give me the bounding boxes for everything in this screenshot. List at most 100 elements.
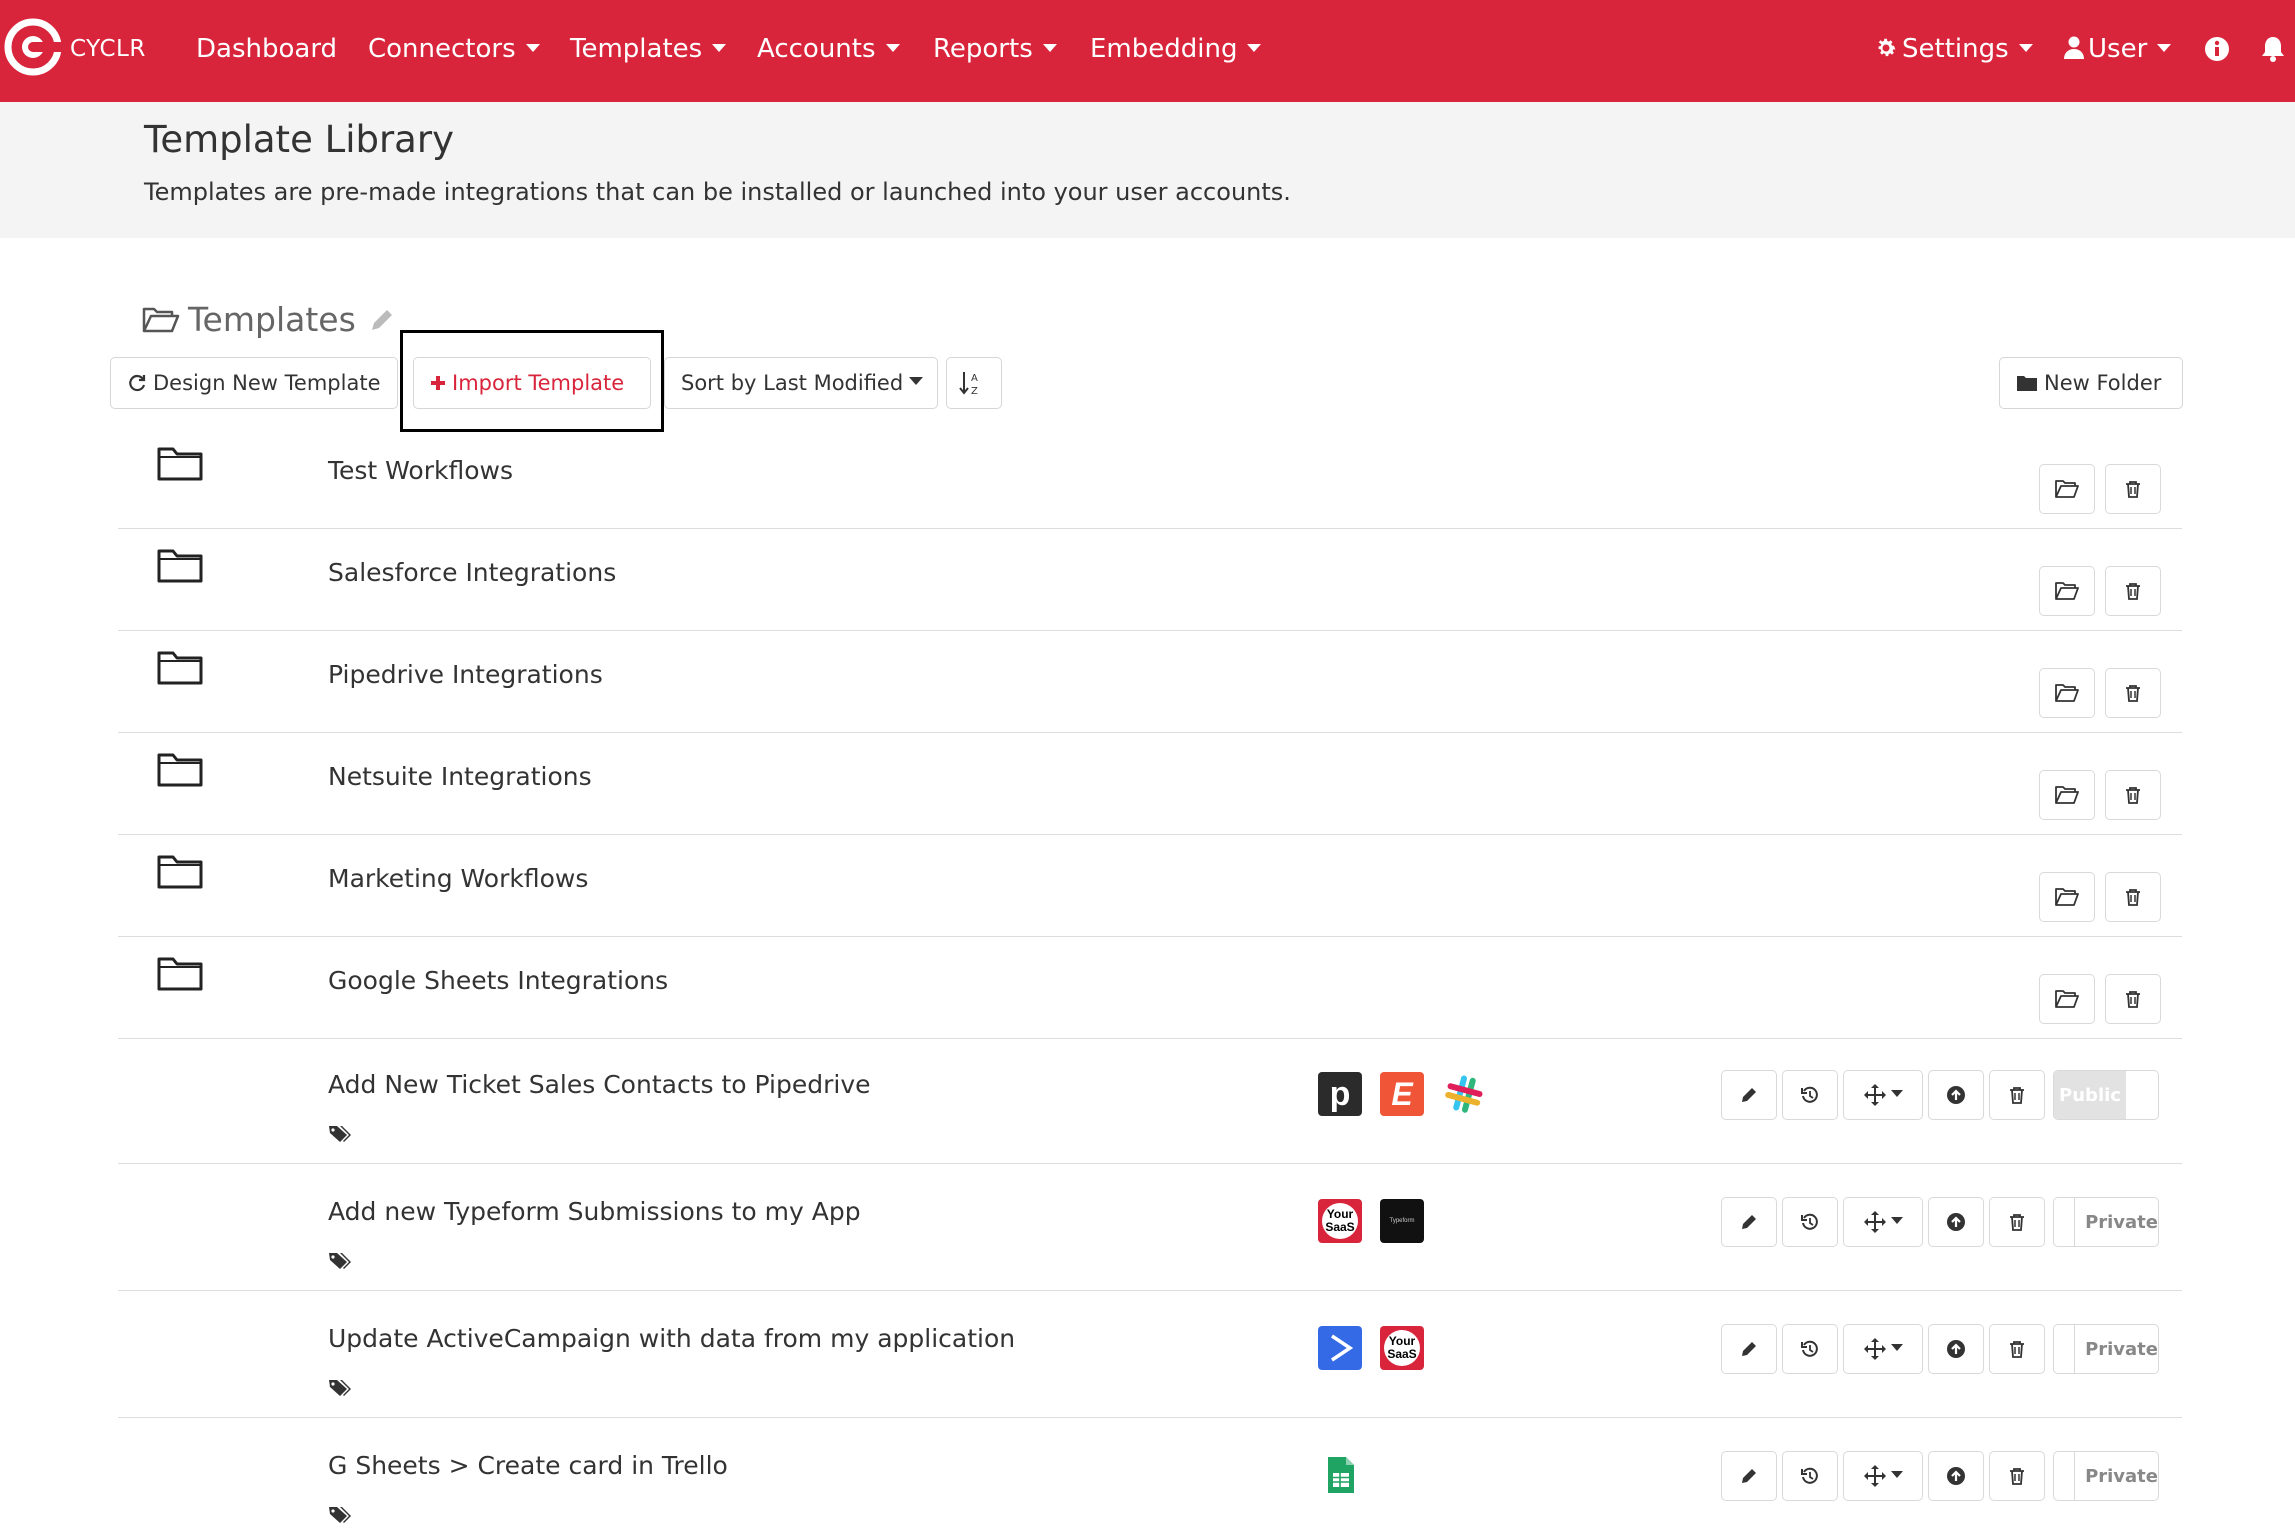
deploy-button[interactable]	[1928, 1197, 1984, 1247]
delete-folder-button[interactable]	[2105, 770, 2161, 820]
pencil-icon[interactable]	[368, 306, 396, 334]
trash-icon	[2010, 1087, 2024, 1104]
template-name[interactable]: Add New Ticket Sales Contacts to Pipedri…	[328, 1070, 871, 1099]
nav-accounts[interactable]: Accounts	[757, 34, 900, 64]
folder-icon[interactable]	[156, 546, 204, 584]
visibility-toggle[interactable]: Private	[2053, 1324, 2159, 1374]
folder-name[interactable]: Marketing Workflows	[328, 864, 588, 893]
tags-icon[interactable]	[328, 1124, 352, 1144]
chevron-down-icon	[1891, 1089, 1903, 1097]
folder-open-icon	[142, 307, 180, 332]
template-name[interactable]: Add new Typeform Submissions to my App	[328, 1197, 861, 1226]
chevron-down-icon	[1891, 1470, 1903, 1478]
history-icon	[1801, 1467, 1818, 1484]
cyclr-logo-icon	[4, 18, 62, 76]
folder-icon[interactable]	[156, 954, 204, 992]
folder-name[interactable]: Google Sheets Integrations	[328, 966, 668, 995]
design-new-template-button[interactable]: Design New Template	[110, 357, 398, 409]
activecampaign-icon	[1318, 1326, 1362, 1370]
delete-folder-button[interactable]	[2105, 872, 2161, 922]
pencil-icon	[1742, 1088, 1756, 1102]
edit-template-button[interactable]	[1721, 1324, 1777, 1374]
tags-icon[interactable]	[328, 1251, 352, 1271]
move-dropdown-button[interactable]	[1843, 1070, 1923, 1120]
new-folder-button[interactable]: New Folder	[1999, 357, 2183, 409]
folder-name[interactable]: Pipedrive Integrations	[328, 660, 603, 689]
info-icon[interactable]	[2202, 34, 2232, 64]
folder-name[interactable]: Salesforce Integrations	[328, 558, 616, 587]
delete-folder-button[interactable]	[2105, 566, 2161, 616]
move-dropdown-button[interactable]	[1843, 1197, 1923, 1247]
open-folder-button[interactable]	[2039, 566, 2095, 616]
chevron-down-icon	[1891, 1216, 1903, 1224]
trash-icon	[2010, 1341, 2024, 1358]
folder-open-icon	[2055, 582, 2079, 600]
your-saas-icon: Your SaaS	[1380, 1326, 1424, 1370]
nav-settings[interactable]: Settings	[1874, 34, 2033, 64]
pencil-icon	[1742, 1469, 1756, 1483]
delete-template-button[interactable]	[1989, 1070, 2045, 1120]
trash-icon	[2010, 1468, 2024, 1485]
edit-template-button[interactable]	[1721, 1070, 1777, 1120]
history-button[interactable]	[1782, 1324, 1838, 1374]
open-folder-button[interactable]	[2039, 464, 2095, 514]
visibility-toggle[interactable]: Private	[2053, 1197, 2159, 1247]
open-folder-button[interactable]	[2039, 872, 2095, 922]
open-folder-button[interactable]	[2039, 668, 2095, 718]
pipedrive-icon: p	[1318, 1072, 1362, 1116]
folder-open-icon	[2055, 786, 2079, 804]
visibility-toggle[interactable]: Public	[2053, 1070, 2159, 1120]
edit-template-button[interactable]	[1721, 1197, 1777, 1247]
nav-connectors[interactable]: Connectors	[368, 34, 540, 64]
deploy-button[interactable]	[1928, 1324, 1984, 1374]
nav-user[interactable]: User	[2064, 34, 2172, 64]
template-name[interactable]: G Sheets > Create card in Trello	[328, 1451, 728, 1480]
folder-open-icon	[2055, 684, 2079, 702]
sort-direction-button[interactable]: AZ	[946, 357, 1002, 409]
visibility-toggle[interactable]: Private	[2053, 1451, 2159, 1501]
history-button[interactable]	[1782, 1070, 1838, 1120]
deploy-button[interactable]	[1928, 1451, 1984, 1501]
sort-dropdown[interactable]: Sort by Last Modified	[664, 357, 938, 409]
folder-icon[interactable]	[156, 648, 204, 686]
delete-template-button[interactable]	[1989, 1451, 2045, 1501]
edit-template-button[interactable]	[1721, 1451, 1777, 1501]
move-dropdown-button[interactable]	[1843, 1324, 1923, 1374]
template-name[interactable]: Update ActiveCampaign with data from my …	[328, 1324, 1015, 1353]
row-divider	[118, 1290, 2182, 1291]
folder-icon[interactable]	[156, 750, 204, 788]
folder-icon[interactable]	[156, 444, 204, 482]
delete-template-button[interactable]	[1989, 1197, 2045, 1247]
history-icon	[1801, 1213, 1818, 1230]
your-saas-icon: Your SaaS	[1318, 1199, 1362, 1243]
nav-dashboard[interactable]: Dashboard	[196, 34, 337, 64]
folder-open-icon	[2055, 990, 2079, 1008]
history-button[interactable]	[1782, 1451, 1838, 1501]
nav-embedding[interactable]: Embedding	[1090, 34, 1262, 64]
bell-icon[interactable]	[2258, 34, 2288, 64]
nav-reports[interactable]: Reports	[933, 34, 1057, 64]
eventbrite-icon: E	[1380, 1072, 1424, 1116]
row-divider	[118, 732, 2182, 733]
open-folder-button[interactable]	[2039, 770, 2095, 820]
deploy-button[interactable]	[1928, 1070, 1984, 1120]
folder-name[interactable]: Test Workflows	[328, 456, 513, 485]
gear-icon	[1878, 38, 1896, 57]
nav-templates[interactable]: Templates	[570, 34, 727, 64]
move-dropdown-button[interactable]	[1843, 1451, 1923, 1501]
delete-folder-button[interactable]	[2105, 668, 2161, 718]
row-divider	[118, 1163, 2182, 1164]
trash-icon	[2126, 787, 2140, 804]
open-folder-button[interactable]	[2039, 974, 2095, 1024]
folder-icon[interactable]	[156, 852, 204, 890]
folder-title: Templates	[188, 300, 356, 339]
svg-text:Z: Z	[971, 386, 978, 396]
delete-folder-button[interactable]	[2105, 974, 2161, 1024]
history-icon	[1801, 1086, 1818, 1103]
folder-name[interactable]: Netsuite Integrations	[328, 762, 592, 791]
tags-icon[interactable]	[328, 1505, 352, 1525]
delete-template-button[interactable]	[1989, 1324, 2045, 1374]
delete-folder-button[interactable]	[2105, 464, 2161, 514]
history-button[interactable]	[1782, 1197, 1838, 1247]
tags-icon[interactable]	[328, 1378, 352, 1398]
